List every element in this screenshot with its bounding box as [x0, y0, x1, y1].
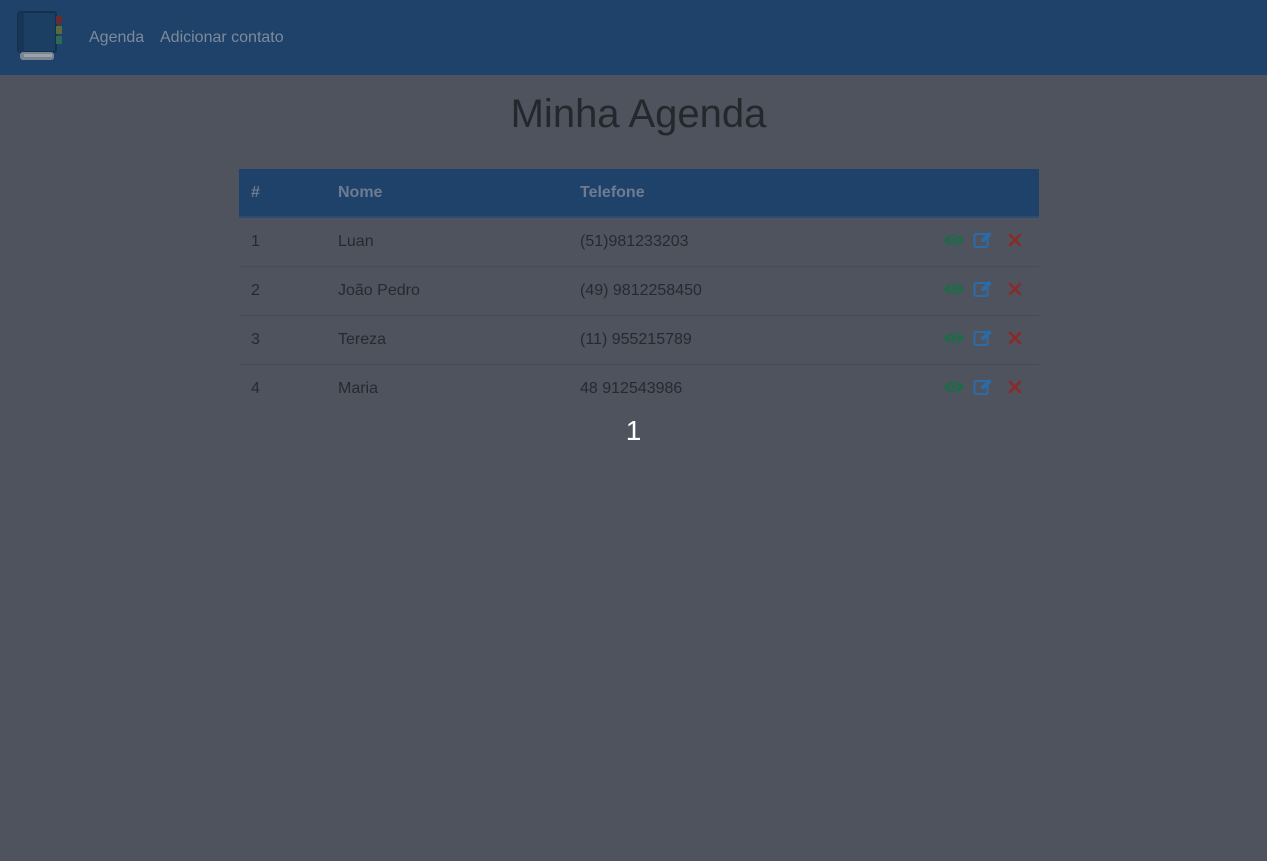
- table-row: 3 Tereza (11) 955215789: [239, 315, 1039, 365]
- delete-icon[interactable]: [1003, 231, 1023, 249]
- contact-phone: (49) 9812258450: [568, 266, 872, 316]
- row-actions: [872, 217, 1039, 267]
- edit-icon[interactable]: [973, 280, 993, 298]
- contact-phone: (11) 955215789: [568, 315, 872, 365]
- table-header-row: # Nome Telefone: [239, 169, 1039, 218]
- delete-icon[interactable]: [1003, 280, 1023, 298]
- table-row: 1 Luan (51)981233203: [239, 217, 1039, 267]
- edit-icon[interactable]: [973, 329, 993, 347]
- row-number: 4: [251, 380, 260, 397]
- eye-icon[interactable]: [943, 329, 964, 347]
- contact-phone: 48 912543986: [580, 380, 683, 397]
- row-actions: [872, 365, 1039, 414]
- navbar: Agenda Adicionar contato: [0, 0, 1267, 75]
- column-header-actions: [872, 169, 1039, 218]
- edit-icon[interactable]: [973, 378, 993, 396]
- row-number: 2: [239, 266, 326, 316]
- contacts-table: # Nome Telefone 1 Luan (51)981233203 2 J…: [239, 169, 1039, 413]
- edit-icon[interactable]: [973, 231, 993, 249]
- table-row: 2 João Pedro (49) 9812258450: [239, 266, 1039, 316]
- eye-icon[interactable]: [943, 280, 964, 298]
- eye-icon[interactable]: [943, 378, 964, 396]
- nav-link-agenda[interactable]: Agenda: [89, 28, 144, 47]
- column-header-phone: Telefone: [568, 169, 872, 218]
- address-book-icon[interactable]: [16, 10, 64, 64]
- column-header-name: Nome: [326, 169, 568, 218]
- pagination-current-page[interactable]: 1: [0, 414, 1267, 448]
- contact-name: Luan: [326, 217, 568, 267]
- delete-icon[interactable]: [1003, 378, 1023, 396]
- table-body: 1 Luan (51)981233203 2 João Pedro (49) 9…: [239, 217, 1039, 413]
- contact-phone: (51)981233203: [568, 217, 872, 267]
- eye-icon[interactable]: [943, 231, 964, 249]
- column-header-number: #: [239, 169, 326, 218]
- table-row: 4 Maria 48 912543986: [239, 365, 1039, 414]
- contact-name: João Pedro: [326, 266, 568, 316]
- contact-name: Tereza: [326, 315, 568, 365]
- row-number: 1: [239, 217, 326, 267]
- nav-link-add-contact[interactable]: Adicionar contato: [160, 28, 284, 47]
- delete-icon[interactable]: [1003, 329, 1023, 347]
- row-number: 3: [239, 315, 326, 365]
- row-actions: [872, 266, 1039, 316]
- row-actions: [872, 315, 1039, 365]
- page-title: Minha Agenda: [510, 92, 767, 136]
- contact-name: Maria: [338, 380, 379, 397]
